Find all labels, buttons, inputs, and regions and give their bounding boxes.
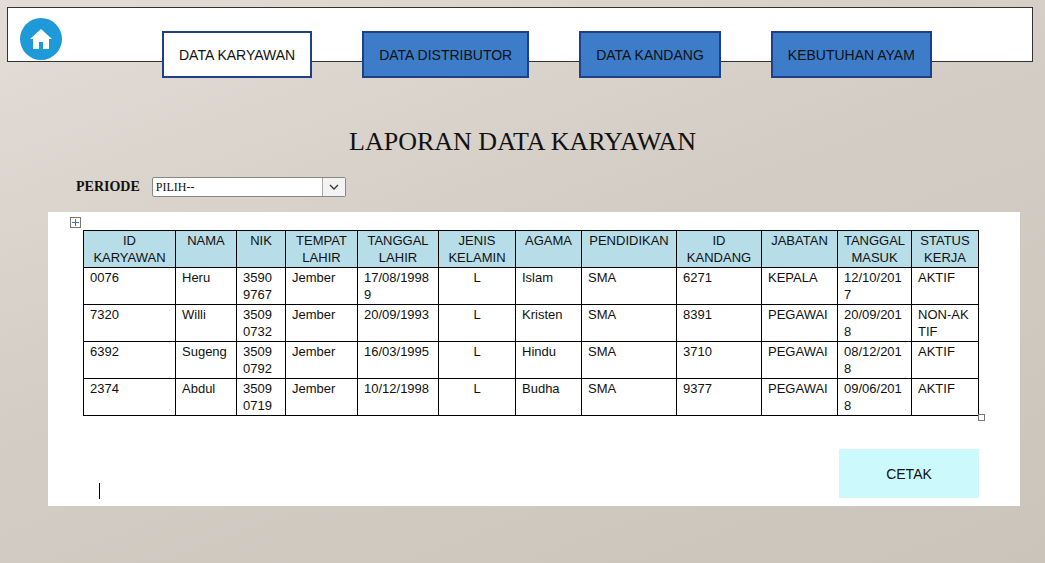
table-row: 6392Sugeng35090792Jember16/03/1995LHindu…	[84, 342, 979, 379]
table-header-row: ID KARYAWANNAMANIKTEMPAT LAHIRTANGGAL LA…	[84, 231, 979, 268]
period-select[interactable]: PILIH--	[152, 177, 346, 197]
table-cell: 3710	[677, 342, 762, 379]
table-cell: Abdul	[176, 379, 237, 416]
filter-label: PERIODE	[76, 179, 140, 195]
table-cell: Heru	[176, 268, 237, 305]
table-cell: L	[439, 379, 516, 416]
home-button[interactable]	[20, 18, 62, 60]
table-cell: Hindu	[516, 342, 582, 379]
table-cell: PEGAWAI	[762, 305, 838, 342]
column-header: STATUS KERJA	[912, 231, 979, 268]
table-cell: Willi	[176, 305, 237, 342]
tab-list: DATA KARYAWAN DATA DISTRIBUTOR DATA KANDAN…	[162, 31, 932, 78]
table-cell: 12/10/2017	[838, 268, 912, 305]
table-cell: 6271	[677, 268, 762, 305]
filter-row: PERIODE PILIH--	[0, 177, 1045, 197]
page: DATA KARYAWAN DATA DISTRIBUTOR DATA KANDAN…	[0, 0, 1045, 563]
table-cell: AKTIF	[912, 268, 979, 305]
column-header: PENDIDIKAN	[582, 231, 677, 268]
table-cell: 35090732	[237, 305, 286, 342]
table-cell: 17/08/19989	[358, 268, 439, 305]
table-row: 7320Willi35090732Jember20/09/1993LKriste…	[84, 305, 979, 342]
table-cell: L	[439, 342, 516, 379]
move-icon[interactable]	[70, 217, 81, 228]
select-arrow	[322, 178, 345, 196]
table-cell: NON-AKTIF	[912, 305, 979, 342]
table-cell: Jember	[286, 342, 358, 379]
column-header: ID KARYAWAN	[84, 231, 176, 268]
column-header: NAMA	[176, 231, 237, 268]
table-cell: SMA	[582, 268, 677, 305]
button-row: CETAK	[83, 449, 979, 498]
table-cell: Islam	[516, 268, 582, 305]
table-cell: 7320	[84, 305, 176, 342]
table-cell: Sugeng	[176, 342, 237, 379]
home-icon	[29, 28, 53, 50]
table-cell: PEGAWAI	[762, 342, 838, 379]
table-cell: 35090719	[237, 379, 286, 416]
table-cell: AKTIF	[912, 342, 979, 379]
report-panel: ID KARYAWANNAMANIKTEMPAT LAHIRTANGGAL LA…	[48, 212, 1020, 506]
table-cell: AKTIF	[912, 379, 979, 416]
nav-tab[interactable]: DATA DISTRIBUTOR	[362, 31, 529, 78]
table-cell: Kristen	[516, 305, 582, 342]
table-cell: 35090792	[237, 342, 286, 379]
table-cell: 35909767	[237, 268, 286, 305]
table-cell: L	[439, 268, 516, 305]
table-cell: 8391	[677, 305, 762, 342]
table-cell: 9377	[677, 379, 762, 416]
page-title: LAPORAN DATA KARYAWAN	[0, 127, 1045, 157]
table-row: 0076Heru35909767Jember17/08/19989LIslamS…	[84, 268, 979, 305]
table-cell: 08/12/2018	[838, 342, 912, 379]
column-header: TANGGAL MASUK	[838, 231, 912, 268]
column-header: AGAMA	[516, 231, 582, 268]
table-cell: 16/03/1995	[358, 342, 439, 379]
table-cell: 20/09/2018	[838, 305, 912, 342]
table-cell: SMA	[582, 305, 677, 342]
table-cell: Jember	[286, 305, 358, 342]
table-cell: Budha	[516, 379, 582, 416]
table-cell: KEPALA	[762, 268, 838, 305]
nav-tab[interactable]: DATA KANDANG	[579, 31, 721, 78]
table-cell: Jember	[286, 379, 358, 416]
resize-handle[interactable]	[978, 414, 985, 421]
table-cell: 0076	[84, 268, 176, 305]
table-cell: SMA	[582, 342, 677, 379]
column-header: TANGGAL LAHIR	[358, 231, 439, 268]
text-cursor	[99, 483, 100, 499]
column-header: JABATAN	[762, 231, 838, 268]
chevron-down-icon	[329, 184, 339, 190]
table-row: 2374Abdul35090719Jember10/12/1998LBudhaS…	[84, 379, 979, 416]
employee-table: ID KARYAWANNAMANIKTEMPAT LAHIRTANGGAL LA…	[83, 230, 979, 416]
table-cell: 09/06/2018	[838, 379, 912, 416]
table-cell: SMA	[582, 379, 677, 416]
table-cell: Jember	[286, 268, 358, 305]
table-cell: 2374	[84, 379, 176, 416]
print-button[interactable]: CETAK	[839, 449, 979, 498]
column-header: TEMPAT LAHIR	[286, 231, 358, 268]
nav-tab[interactable]: DATA KARYAWAN	[162, 31, 312, 78]
column-header: ID KANDANG	[677, 231, 762, 268]
column-header: NIK	[237, 231, 286, 268]
column-header: JENIS KELAMIN	[439, 231, 516, 268]
table-cell: 20/09/1993	[358, 305, 439, 342]
table-cell: 6392	[84, 342, 176, 379]
top-bar: DATA KARYAWANDATA DISTRIBUTORDATA KANDAN…	[7, 7, 1033, 62]
nav-tab[interactable]: KEBUTUHAN AYAM	[771, 31, 932, 78]
table-cell: PEGAWAI	[762, 379, 838, 416]
table-cell: L	[439, 305, 516, 342]
table-cell: 10/12/1998	[358, 379, 439, 416]
